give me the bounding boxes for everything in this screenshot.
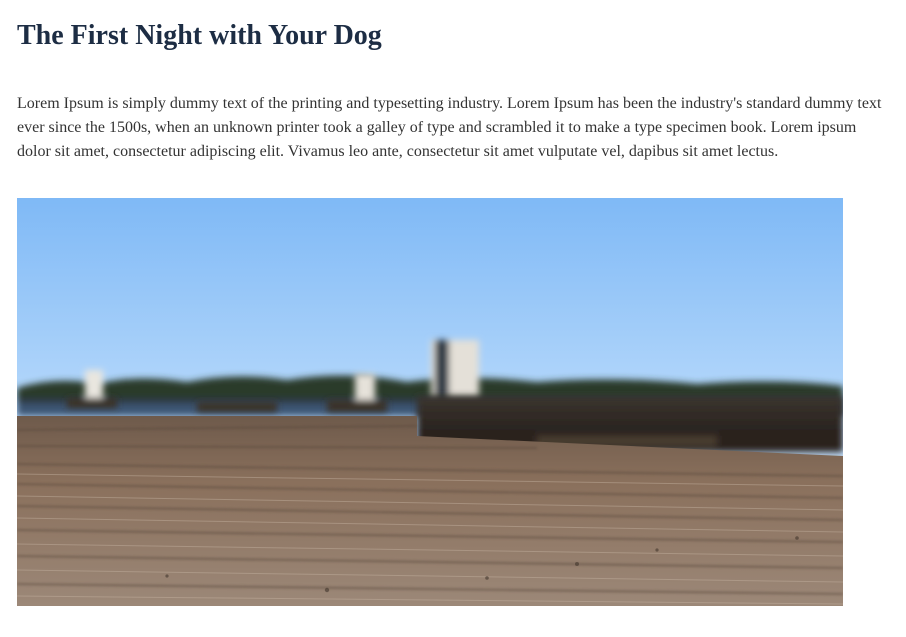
article-title: The First Night with Your Dog: [17, 20, 382, 51]
article-body: Lorem Ipsum is simply dummy text of the …: [17, 95, 882, 160]
article-photo: [17, 198, 843, 606]
article-page: The First Night with Your Dog Lorem Ipsu…: [0, 0, 906, 637]
